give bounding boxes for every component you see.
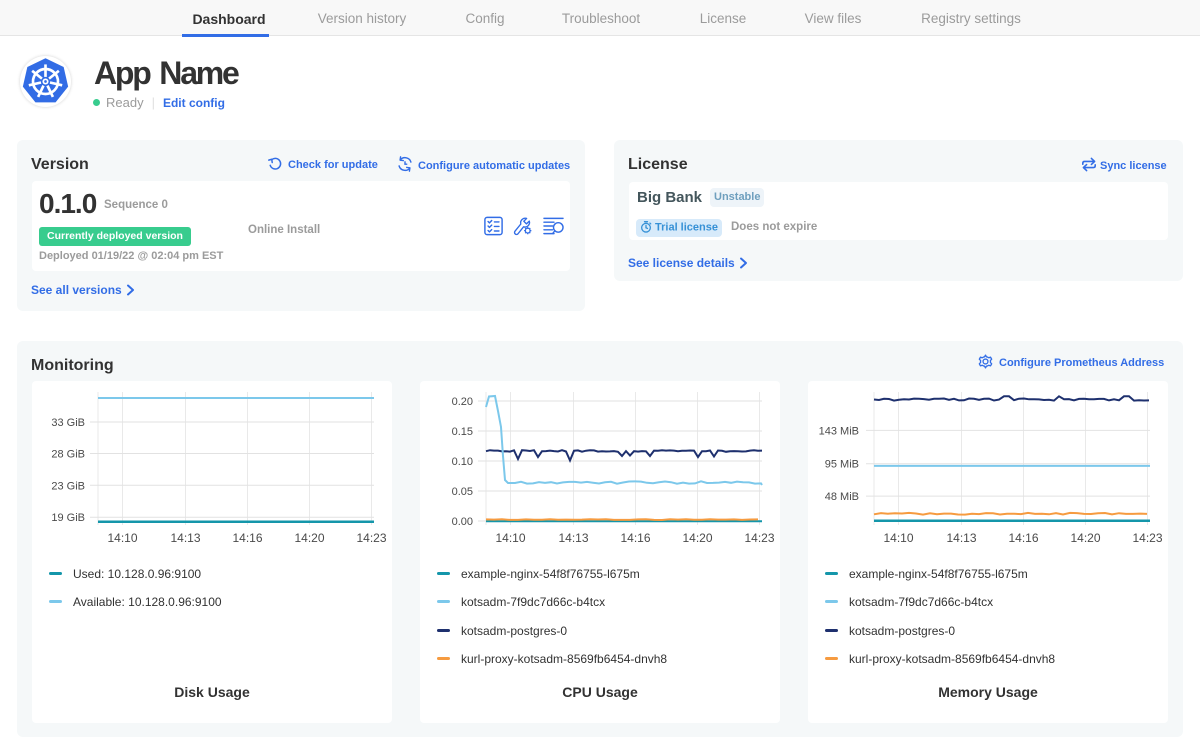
svg-text:14:13: 14:13 bbox=[170, 531, 200, 545]
svg-text:0.15: 0.15 bbox=[452, 426, 473, 438]
svg-text:95 MiB: 95 MiB bbox=[825, 459, 859, 471]
svg-text:0.10: 0.10 bbox=[452, 456, 473, 468]
svg-text:14:20: 14:20 bbox=[294, 531, 324, 545]
svg-text:14:20: 14:20 bbox=[682, 531, 712, 545]
svg-text:14:10: 14:10 bbox=[883, 531, 913, 545]
svg-text:14:10: 14:10 bbox=[107, 531, 137, 545]
svg-text:14:23: 14:23 bbox=[356, 531, 386, 545]
svg-text:14:13: 14:13 bbox=[946, 531, 976, 545]
svg-text:14:23: 14:23 bbox=[744, 531, 774, 545]
svg-text:143 MiB: 143 MiB bbox=[819, 425, 859, 437]
svg-text:33 GiB: 33 GiB bbox=[51, 417, 85, 429]
svg-text:0.05: 0.05 bbox=[452, 486, 473, 498]
svg-text:14:13: 14:13 bbox=[558, 531, 588, 545]
svg-text:14:16: 14:16 bbox=[620, 531, 650, 545]
svg-text:14:16: 14:16 bbox=[1008, 531, 1038, 545]
svg-text:19 GiB: 19 GiB bbox=[51, 512, 85, 524]
svg-text:14:16: 14:16 bbox=[232, 531, 262, 545]
svg-text:14:10: 14:10 bbox=[495, 531, 525, 545]
svg-text:14:20: 14:20 bbox=[1070, 531, 1100, 545]
svg-text:0.00: 0.00 bbox=[452, 516, 473, 528]
svg-text:28 GiB: 28 GiB bbox=[51, 449, 85, 461]
svg-text:0.20: 0.20 bbox=[452, 396, 473, 408]
svg-text:14:23: 14:23 bbox=[1132, 531, 1162, 545]
svg-text:48 MiB: 48 MiB bbox=[825, 491, 859, 503]
svg-text:23 GiB: 23 GiB bbox=[51, 480, 85, 492]
